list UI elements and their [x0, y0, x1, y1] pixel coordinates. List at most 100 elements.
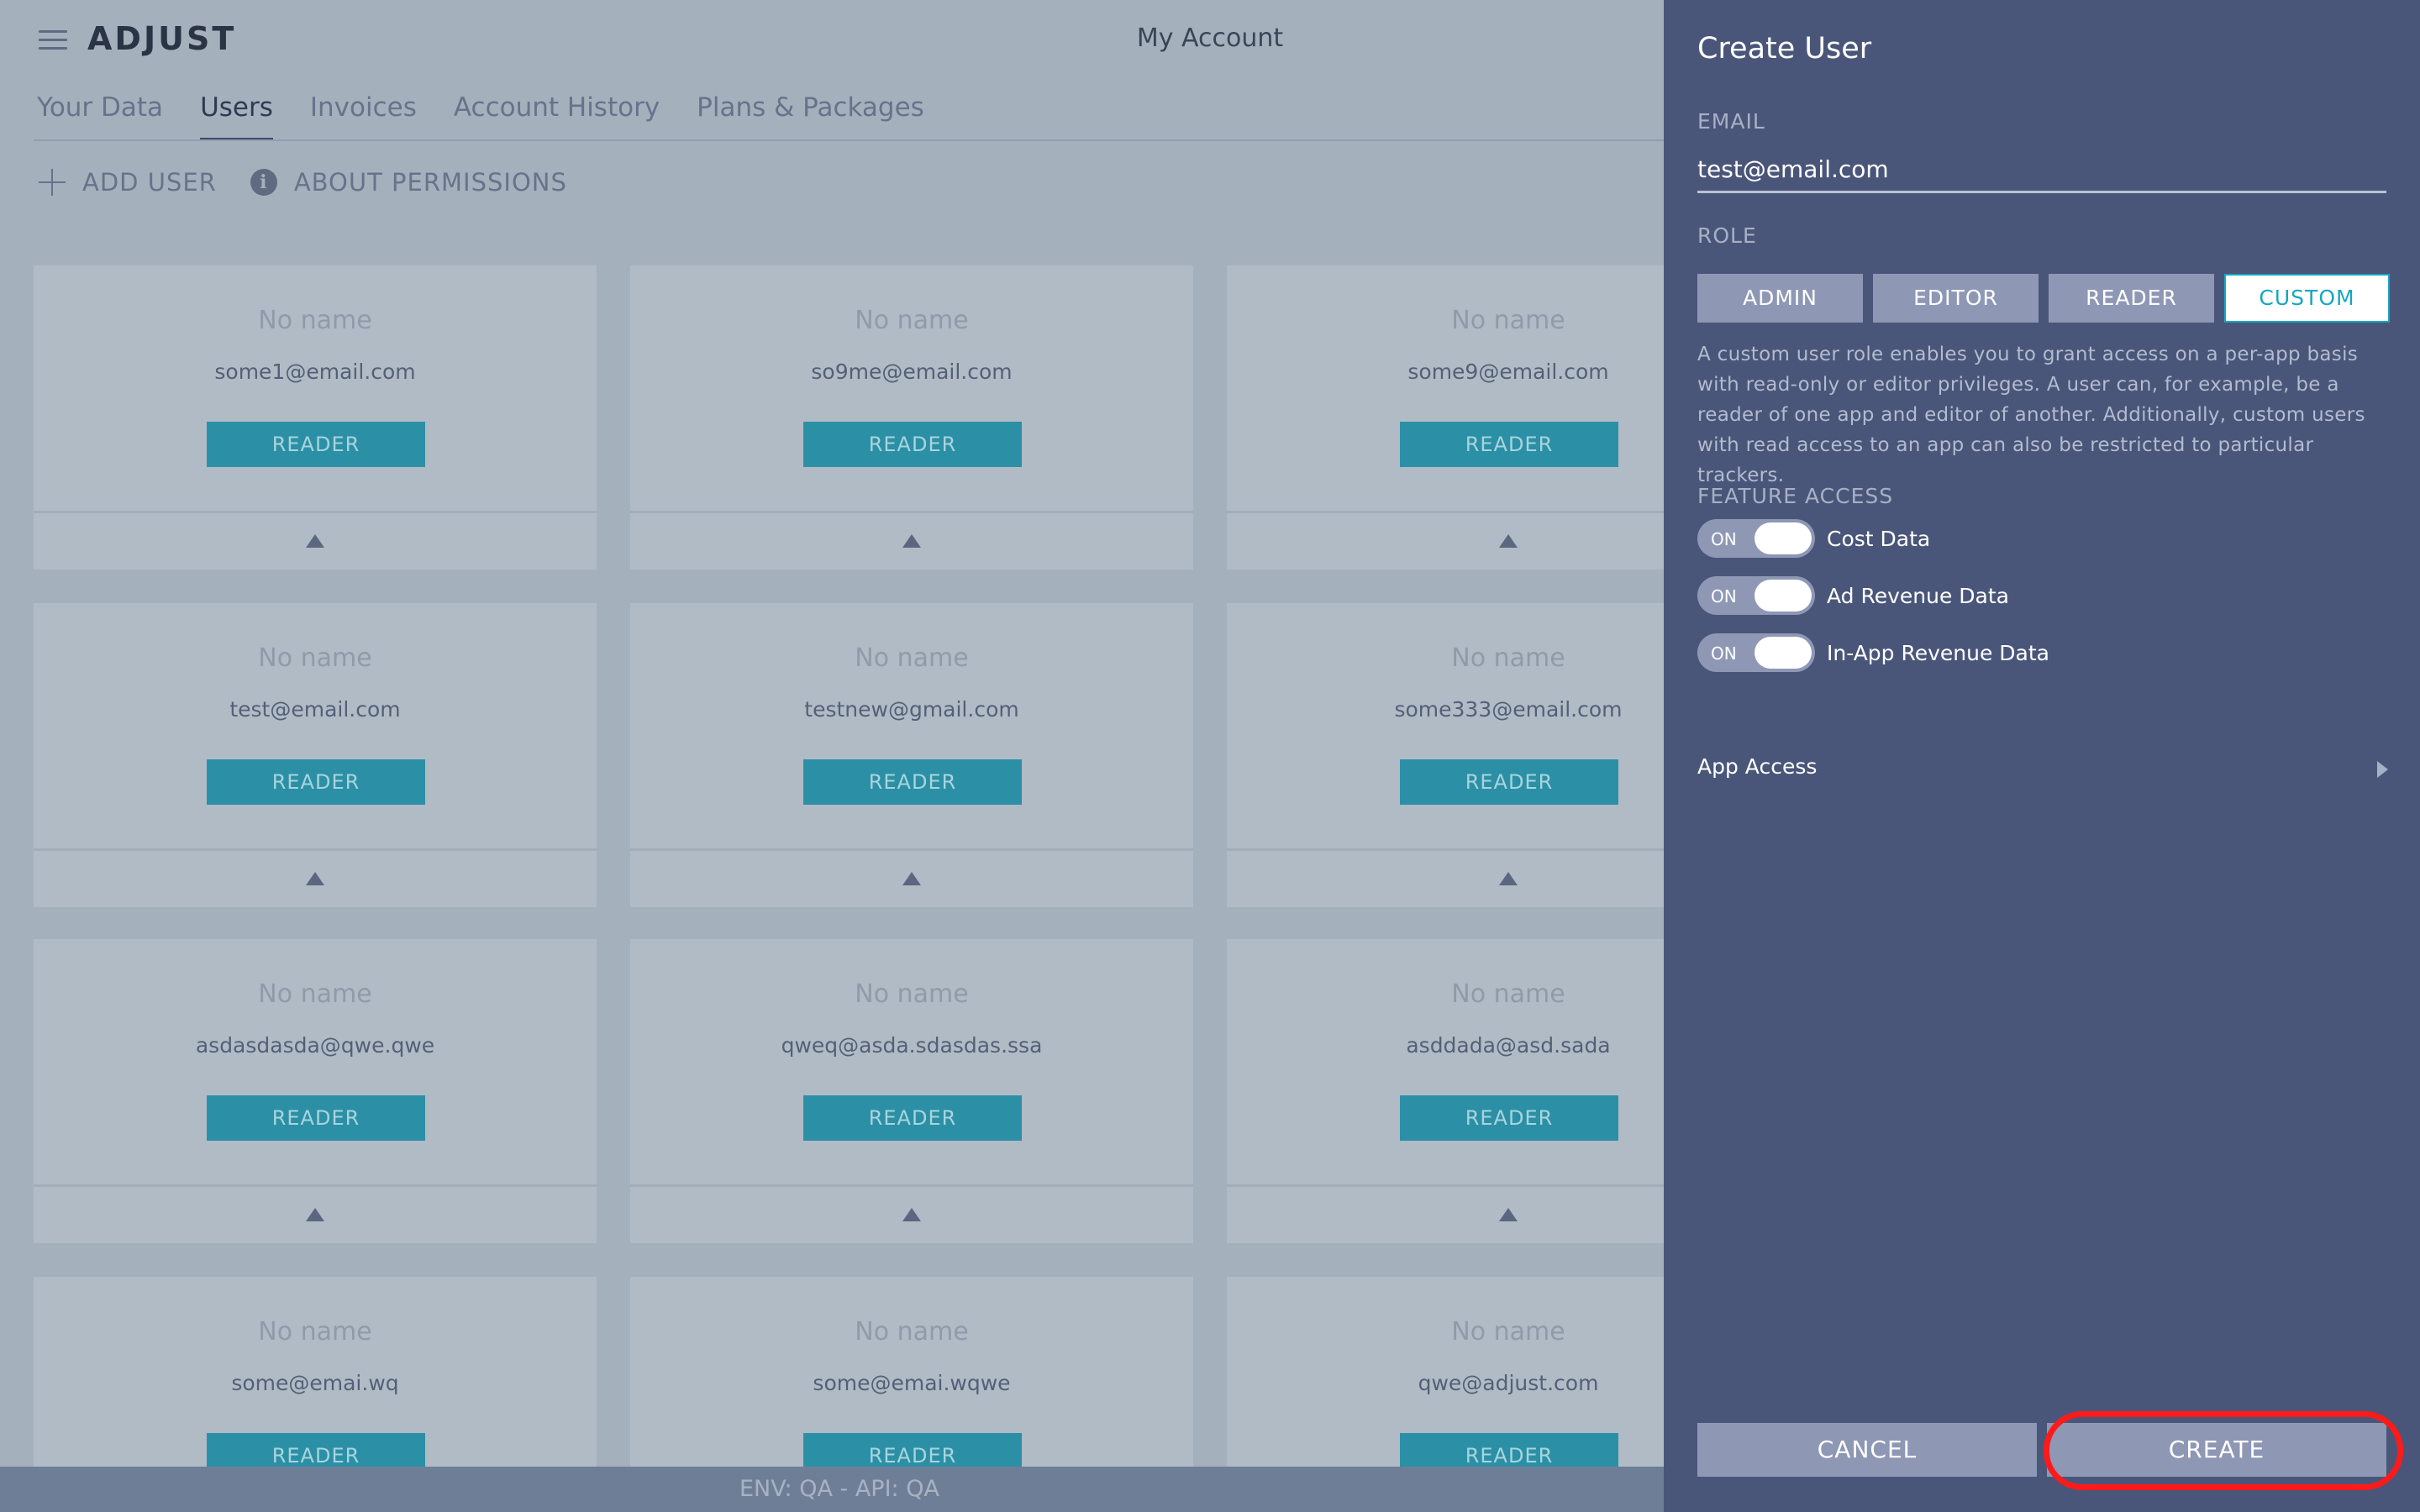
chevron-right-icon: [2377, 761, 2388, 778]
user-email: so9me@email.com: [811, 360, 1013, 384]
feature-row-in-app-revenue-data: ON In-App Revenue Data: [1697, 633, 2049, 672]
tab-users[interactable]: Users: [200, 89, 273, 141]
user-card: No name so9me@email.com READER: [630, 265, 1193, 570]
user-email: test@email.com: [229, 697, 401, 722]
user-card: No name some1@email.com READER: [34, 265, 597, 570]
user-role-button[interactable]: READER: [1400, 1095, 1618, 1141]
user-email: some@emai.wq: [231, 1371, 399, 1395]
chevron-up-icon: [1499, 1208, 1518, 1221]
app-access-expander[interactable]: App Access: [1697, 754, 2395, 788]
in-app-revenue-data-toggle[interactable]: ON: [1697, 633, 1815, 672]
cancel-button[interactable]: CANCEL: [1697, 1423, 2037, 1477]
feature-row-cost-data: ON Cost Data: [1697, 519, 1930, 558]
feature-label: In-App Revenue Data: [1827, 640, 2049, 665]
cost-data-toggle[interactable]: ON: [1697, 519, 1815, 558]
info-icon: i: [250, 169, 277, 196]
collapse-card-button[interactable]: [34, 852, 597, 907]
user-role-button[interactable]: READER: [1400, 759, 1618, 805]
user-card: No name test@email.com READER: [34, 603, 597, 907]
user-email: qweq@asda.sdasdas.ssa: [781, 1033, 1043, 1058]
email-field[interactable]: [1697, 148, 2386, 193]
toggle-state: ON: [1711, 529, 1737, 549]
feature-label: Ad Revenue Data: [1827, 583, 2009, 608]
user-name: No name: [855, 306, 969, 335]
user-card: No name asdasdasda@qwe.qwe READER: [34, 939, 597, 1243]
role-admin-button[interactable]: ADMIN: [1697, 274, 1863, 323]
chevron-up-icon: [306, 534, 324, 548]
tab-plans-packages[interactable]: Plans & Packages: [697, 89, 924, 141]
collapse-card-button[interactable]: [630, 1188, 1193, 1243]
user-card: No name testnew@gmail.com READER: [630, 603, 1193, 907]
card-divider: [34, 848, 597, 851]
email-label: EMAIL: [1697, 109, 1765, 134]
feature-label: Cost Data: [1827, 526, 1931, 551]
user-name: No name: [855, 979, 969, 1009]
role-custom-button[interactable]: CUSTOM: [2224, 274, 2390, 323]
about-permissions-button[interactable]: i ABOUT PERMISSIONS: [250, 168, 567, 197]
chevron-up-icon: [306, 1208, 324, 1221]
user-name: No name: [258, 1317, 372, 1347]
role-reader-button[interactable]: READER: [2049, 274, 2214, 323]
user-email: some@emai.wqwe: [813, 1371, 1011, 1395]
tab-your-data[interactable]: Your Data: [37, 89, 163, 141]
user-name: No name: [258, 979, 372, 1009]
user-role-button[interactable]: READER: [803, 759, 1022, 805]
about-permissions-label: ABOUT PERMISSIONS: [293, 168, 567, 197]
collapse-card-button[interactable]: [34, 514, 597, 570]
ad-revenue-data-toggle[interactable]: ON: [1697, 576, 1815, 615]
user-role-button[interactable]: READER: [1400, 422, 1618, 467]
user-email: testnew@gmail.com: [804, 697, 1019, 722]
tabs-divider: [34, 139, 1664, 141]
user-name: No name: [855, 643, 969, 673]
plus-icon: [39, 169, 66, 196]
chevron-up-icon: [902, 534, 921, 548]
toggle-knob: [1754, 522, 1812, 554]
card-divider: [630, 511, 1193, 513]
feature-row-ad-revenue-data: ON Ad Revenue Data: [1697, 576, 2009, 615]
feature-access-label: FEATURE ACCESS: [1697, 484, 1894, 508]
toggle-knob: [1754, 637, 1812, 669]
toggle-state: ON: [1711, 586, 1737, 606]
role-selector: ADMIN EDITOR READER CUSTOM: [1697, 274, 2390, 323]
tab-invoices[interactable]: Invoices: [310, 89, 417, 141]
role-description: A custom user role enables you to grant …: [1697, 344, 2365, 486]
card-divider: [630, 848, 1193, 851]
card-divider: [630, 1184, 1193, 1187]
chevron-up-icon: [1499, 872, 1518, 885]
create-user-panel: Create User EMAIL ROLE ADMIN EDITOR READ…: [1664, 0, 2420, 1512]
app-access-label: App Access: [1697, 754, 1818, 779]
adjust-logo[interactable]: ADJUST: [87, 20, 236, 57]
user-role-button[interactable]: READER: [207, 759, 425, 805]
toggle-knob: [1754, 580, 1812, 612]
role-editor-button[interactable]: EDITOR: [1873, 274, 2039, 323]
user-role-button[interactable]: READER: [207, 422, 425, 467]
collapse-card-button[interactable]: [630, 514, 1193, 570]
create-button[interactable]: CREATE: [2047, 1423, 2386, 1477]
user-email: some1@email.com: [214, 360, 416, 384]
tab-account-history[interactable]: Account History: [454, 89, 660, 141]
chevron-up-icon: [902, 1208, 921, 1221]
add-user-button[interactable]: ADD USER: [39, 168, 217, 197]
user-name: No name: [258, 306, 372, 335]
page-title: My Account: [1136, 24, 1284, 53]
chevron-up-icon: [1499, 534, 1518, 548]
user-role-button[interactable]: READER: [207, 1095, 425, 1141]
environment-footer: ENV: QA - API: QA: [0, 1467, 1664, 1512]
collapse-card-button[interactable]: [34, 1188, 597, 1243]
card-divider: [34, 511, 597, 513]
role-label: ROLE: [1697, 223, 1757, 248]
user-name: No name: [855, 1317, 969, 1347]
panel-title: Create User: [1697, 32, 1872, 66]
toggle-state: ON: [1711, 643, 1737, 664]
user-role-button[interactable]: READER: [803, 1095, 1022, 1141]
user-card: No name qweq@asda.sdasdas.ssa READER: [630, 939, 1193, 1243]
user-role-button[interactable]: READER: [803, 422, 1022, 467]
hamburger-menu-icon[interactable]: [39, 30, 67, 50]
chevron-up-icon: [902, 872, 921, 885]
card-divider: [34, 1184, 597, 1187]
user-name: No name: [258, 643, 372, 673]
collapse-card-button[interactable]: [630, 852, 1193, 907]
user-email: asdasdasda@qwe.qwe: [195, 1033, 435, 1058]
chevron-up-icon: [306, 872, 324, 885]
user-actions: ADD USER i ABOUT PERMISSIONS: [39, 168, 567, 197]
